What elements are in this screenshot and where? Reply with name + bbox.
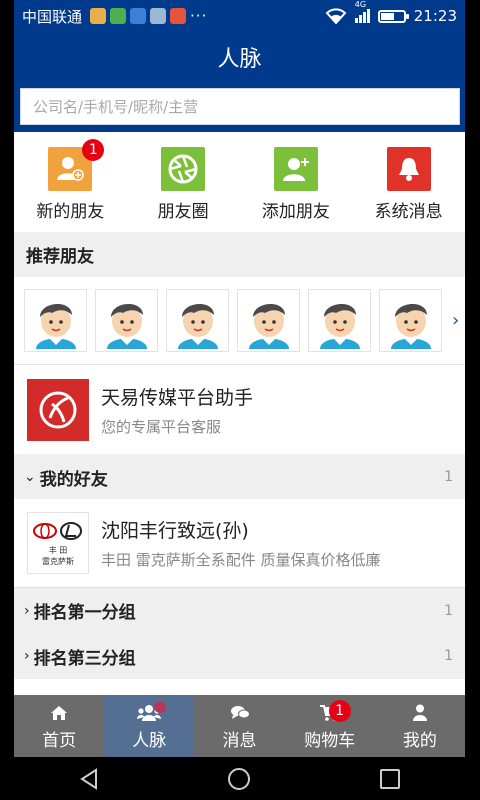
group-title: 排名第一分组 — [33, 603, 136, 623]
my-friends-group[interactable]: ⌄ 我的好友 1 — [14, 454, 465, 500]
new-friends-label: 新的朋友 — [36, 202, 105, 222]
list-end-spacer — [14, 679, 465, 695]
tab-contacts[interactable]: 人脉 — [104, 695, 195, 757]
tab-bar: 首页 人脉 消息 1 购物车 我的 — [14, 695, 465, 757]
recommend-avatar[interactable] — [308, 289, 371, 352]
chevron-down-icon: ⌄ — [24, 469, 36, 485]
carrier-name: 中国联通 — [22, 7, 83, 26]
back-icon[interactable] — [78, 767, 100, 790]
unread-dot-badge — [154, 701, 167, 713]
default-avatar-icon — [35, 303, 76, 349]
page-title: 人脉 — [217, 47, 262, 72]
group-count: 1 — [444, 469, 453, 485]
recents-icon[interactable] — [379, 768, 401, 790]
system-messages-button[interactable]: 系统消息 — [354, 132, 464, 232]
default-avatar-icon — [248, 303, 289, 349]
search-input[interactable] — [20, 88, 460, 125]
logo-text-toyota: 丰 田 — [48, 545, 68, 555]
tab-profile[interactable]: 我的 — [375, 695, 465, 757]
logo-text-lexus: 雷克萨斯 — [42, 556, 74, 566]
moments-button[interactable]: 朋友圈 — [128, 132, 238, 232]
tab-label: 我的 — [402, 730, 437, 751]
default-avatar-icon — [390, 303, 431, 349]
group-rank-first[interactable]: › 排名第一分组 1 — [14, 587, 465, 633]
toyota-lexus-logo-icon — [33, 521, 82, 540]
chevron-right-icon[interactable]: › — [452, 310, 459, 331]
home-icon — [50, 702, 68, 724]
recommend-avatar[interactable] — [237, 289, 300, 352]
chevron-right-icon: › — [24, 602, 30, 619]
tab-label: 消息 — [222, 730, 257, 751]
chevron-right-icon: › — [24, 648, 30, 664]
user-icon — [412, 702, 427, 724]
new-friends-button[interactable]: 1 新的朋友 — [15, 132, 125, 232]
app-notification-icon — [130, 8, 147, 24]
person-plus-icon: 1 — [48, 139, 105, 191]
group-title: 排名第三分组 — [33, 648, 136, 669]
default-avatar-icon — [177, 303, 218, 349]
home-circle-icon[interactable] — [227, 767, 251, 791]
cart-badge: 1 — [328, 700, 351, 722]
clock: 21:23 — [413, 7, 457, 25]
assistant-desc: 您的专属平台客服 — [101, 417, 222, 436]
app-notification-icon — [170, 8, 187, 24]
quick-actions: 1 新的朋友 朋友圈 添加朋友 系统消息 — [14, 132, 465, 232]
network-type: 4G — [354, 0, 367, 9]
app-notification-icon — [150, 8, 167, 24]
friend-desc: 丰田 雷克萨斯全系配件 质量保真价格低廉 — [101, 551, 381, 569]
app-notification-icon — [90, 8, 107, 24]
status-bar: 中国联通 ··· 4G 21:23 — [14, 0, 465, 32]
assistant-name: 天易传媒平台助手 — [101, 386, 254, 409]
recommend-avatar[interactable] — [166, 289, 229, 352]
new-friends-badge: 1 — [82, 139, 105, 161]
app-screen: 中国联通 ··· 4G 21:23 人脉 公司名/手机号/昵称/主营 1 新的朋… — [14, 0, 465, 800]
app-notification-icon — [110, 8, 127, 24]
group-count: 1 — [444, 648, 453, 664]
tab-label: 人脉 — [132, 730, 167, 751]
group-rank-third[interactable]: › 排名第三分组 1 — [14, 633, 465, 679]
friend-name: 沈阳丰行致远(孙) — [101, 520, 249, 542]
recommend-avatar[interactable] — [95, 289, 158, 352]
more-notifications-indicator: ··· — [190, 7, 208, 25]
recommend-avatar[interactable] — [379, 289, 442, 352]
recommend-avatar[interactable] — [24, 289, 87, 352]
tab-messages[interactable]: 消息 — [194, 695, 284, 757]
assistant-row[interactable]: 天易传媒平台助手 您的专属平台客服 — [14, 364, 465, 454]
recommend-friends-title: 推荐朋友 — [14, 232, 465, 277]
tab-label: 首页 — [42, 730, 77, 751]
group-count: 1 — [444, 602, 453, 619]
add-friend-button[interactable]: 添加朋友 — [241, 132, 351, 232]
chat-icon — [230, 702, 250, 724]
default-avatar-icon — [319, 303, 360, 349]
tab-home[interactable]: 首页 — [14, 695, 104, 757]
friend-row[interactable]: 丰 田 雷克萨斯 沈阳丰行致远(孙) 丰田 雷克萨斯全系配件 质量保真价格低廉 — [14, 499, 465, 587]
system-navigation-bar — [14, 757, 465, 800]
assistant-logo — [27, 378, 89, 441]
header: 人脉 — [14, 32, 465, 132]
moments-label: 朋友圈 — [157, 202, 209, 222]
battery-level — [380, 12, 394, 20]
recommend-friends-list: › — [14, 277, 465, 364]
wifi-icon — [325, 8, 347, 24]
battery-icon — [377, 9, 409, 23]
person-add-icon — [273, 147, 318, 191]
tab-label: 购物车 — [304, 730, 356, 751]
system-messages-label: 系统消息 — [374, 202, 443, 222]
aperture-icon — [161, 147, 206, 191]
notification-icons — [90, 8, 187, 24]
add-friend-label: 添加朋友 — [261, 202, 330, 222]
default-avatar-icon — [106, 303, 147, 349]
bell-icon — [386, 147, 431, 191]
friend-logo: 丰 田 雷克萨斯 — [27, 512, 89, 574]
tab-cart[interactable]: 1 购物车 — [285, 695, 375, 757]
group-title: 我的好友 — [39, 469, 108, 490]
signal-icon: 4G — [354, 0, 370, 23]
